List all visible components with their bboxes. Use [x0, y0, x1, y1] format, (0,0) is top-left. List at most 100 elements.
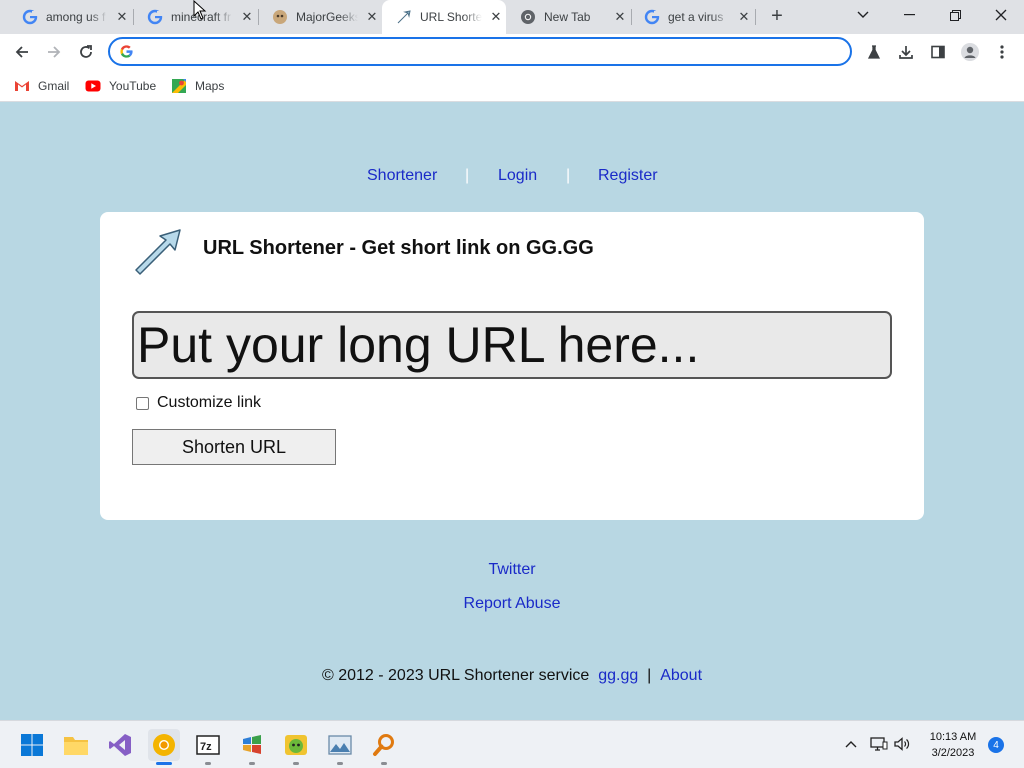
windows-taskbar: 7z 10:13 AM 3/2/2023 4	[0, 720, 1024, 768]
gg-gg-link[interactable]: gg.gg	[598, 667, 638, 684]
tab-search-button[interactable]	[840, 0, 886, 30]
close-icon[interactable]: ✕	[114, 9, 130, 25]
bookmark-label: YouTube	[109, 79, 157, 93]
nav-separator: |	[465, 167, 470, 184]
menu-button[interactable]	[988, 38, 1016, 66]
bookmarks-bar: Gmail YouTube Maps	[0, 70, 1024, 102]
volume-icon[interactable]	[891, 733, 913, 755]
tab-among-us[interactable]: among us f ✕	[8, 0, 132, 34]
close-icon	[995, 9, 1007, 21]
maps-icon	[171, 78, 187, 94]
tab-title: URL Shorte	[420, 10, 482, 24]
chrome-canary-icon[interactable]	[148, 729, 180, 765]
browser-tab-strip: among us f ✕ minecraft fr ✕ MajorGeeks ✕…	[0, 0, 1024, 34]
minimize-button[interactable]	[886, 0, 932, 30]
download-icon	[899, 46, 913, 59]
chrome-icon	[520, 9, 536, 25]
address-input[interactable]	[144, 42, 834, 61]
nav-link-register[interactable]: Register	[598, 167, 658, 185]
flask-icon	[867, 45, 881, 59]
copyright-line: © 2012 - 2023 URL Shortener service gg.g…	[0, 667, 1024, 685]
close-icon[interactable]: ✕	[488, 9, 504, 25]
tab-title: among us f	[46, 10, 106, 24]
bookmark-youtube[interactable]: YouTube	[85, 76, 156, 96]
downloads-button[interactable]	[892, 38, 920, 66]
close-window-button[interactable]	[978, 0, 1024, 30]
more-vert-icon	[1000, 45, 1004, 59]
tab-new-tab[interactable]: New Tab ✕	[506, 0, 630, 34]
about-link[interactable]: About	[660, 667, 702, 684]
shorten-url-button[interactable]: Shorten URL	[132, 429, 336, 465]
google-icon	[147, 9, 163, 25]
7zip-icon[interactable]: 7z	[192, 729, 224, 765]
forward-arrow-icon	[48, 46, 61, 58]
customize-link-label: Customize link	[157, 394, 262, 411]
address-bar[interactable]	[108, 37, 852, 66]
bookmark-label: Maps	[195, 79, 225, 93]
nav-link-login[interactable]: Login	[498, 167, 537, 185]
minimize-icon	[903, 14, 915, 16]
footer-separator: |	[647, 667, 652, 684]
forward-button[interactable]	[40, 38, 68, 66]
bookmark-maps[interactable]: Maps	[171, 76, 224, 96]
bookmark-gmail[interactable]: Gmail	[14, 76, 69, 96]
windows-app-icon[interactable]	[236, 729, 268, 765]
restore-icon	[949, 9, 961, 21]
report-abuse-link[interactable]: Report Abuse	[464, 595, 561, 612]
twitter-link[interactable]: Twitter	[488, 561, 535, 578]
game-app-icon[interactable]	[280, 729, 312, 765]
tab-majorgeeks[interactable]: MajorGeeks ✕	[258, 0, 382, 34]
side-panel-button[interactable]	[924, 38, 952, 66]
bookmark-label: Gmail	[38, 79, 70, 93]
tab-url-shortener[interactable]: URL Shorte ✕	[382, 0, 506, 34]
restore-button[interactable]	[932, 0, 978, 30]
running-indicator	[205, 762, 211, 765]
close-icon[interactable]: ✕	[364, 9, 380, 25]
close-icon[interactable]: ✕	[612, 9, 628, 25]
visual-studio-icon[interactable]	[104, 729, 136, 761]
tab-separator	[755, 9, 756, 25]
site-logo-arrow-icon	[130, 226, 184, 281]
footer-report: Report Abuse	[0, 595, 1024, 613]
tab-title: New Tab	[544, 10, 591, 24]
new-tab-button[interactable]: +	[766, 5, 788, 27]
shortener-card: URL Shortener - Get short link on GG.GG …	[100, 212, 924, 520]
image-viewer-icon[interactable]	[324, 729, 356, 765]
labs-button[interactable]	[860, 38, 888, 66]
page-title: URL Shortener - Get short link on GG.GG	[203, 237, 594, 259]
gmail-icon	[14, 78, 30, 94]
network-icon[interactable]	[868, 733, 890, 755]
long-url-input[interactable]	[132, 311, 892, 379]
side-panel-icon	[931, 45, 945, 59]
google-icon	[644, 9, 660, 25]
running-indicator	[337, 762, 343, 765]
youtube-icon	[85, 78, 101, 94]
tab-get-a-virus[interactable]: get a virus ✕	[630, 0, 754, 34]
reload-button[interactable]	[72, 38, 100, 66]
tab-title: get a virus	[668, 10, 724, 24]
nav-link-shortener[interactable]: Shortener	[367, 167, 437, 185]
show-hidden-icons-chevron-up-icon[interactable]	[840, 733, 862, 755]
url-shortener-icon	[396, 9, 412, 25]
system-clock[interactable]: 10:13 AM 3/2/2023	[918, 729, 988, 761]
footer-twitter: Twitter	[0, 561, 1024, 579]
windows-start-icon[interactable]	[16, 729, 48, 761]
reload-icon	[80, 45, 92, 58]
nav-separator: |	[566, 167, 571, 184]
file-explorer-icon[interactable]	[60, 729, 92, 761]
customize-link-checkbox[interactable]	[136, 396, 149, 410]
search-tool-icon[interactable]	[368, 729, 400, 765]
close-icon[interactable]: ✕	[736, 9, 752, 25]
tab-title: MajorGeeks	[296, 10, 358, 24]
back-button[interactable]	[8, 38, 36, 66]
customize-link-option[interactable]: Customize link	[136, 394, 261, 412]
running-indicator	[381, 762, 387, 765]
profile-button[interactable]	[956, 38, 984, 66]
majorgeeks-icon	[272, 9, 288, 25]
close-icon[interactable]: ✕	[239, 9, 255, 25]
notification-badge[interactable]: 4	[988, 737, 1004, 753]
google-icon	[22, 9, 38, 25]
web-page: Shortener | Login | Register URL Shorten…	[0, 103, 1024, 720]
mouse-cursor-icon	[193, 0, 207, 25]
google-icon	[119, 44, 134, 64]
